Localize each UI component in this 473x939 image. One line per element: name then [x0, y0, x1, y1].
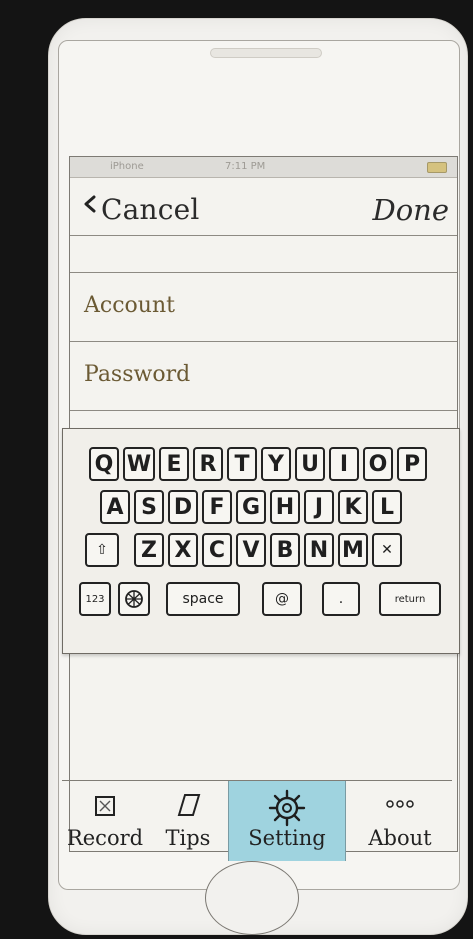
tips-icon — [177, 794, 201, 816]
blank-row — [70, 236, 457, 273]
onscreen-keyboard: Q W E R T Y U I O P A S D F G H J K L ⇧ … — [62, 428, 460, 654]
key-q[interactable]: Q — [89, 447, 119, 481]
key-f[interactable]: F — [202, 490, 232, 524]
status-bar: iPhone 7:11 PM — [70, 157, 457, 178]
battery-icon — [427, 162, 447, 173]
globe-icon — [125, 590, 143, 608]
record-icon — [95, 796, 115, 816]
key-a[interactable]: A — [100, 490, 130, 524]
speaker-grill — [210, 48, 322, 58]
tab-record-label: Record — [66, 826, 144, 850]
gear-icon — [268, 789, 306, 827]
key-h[interactable]: H — [270, 490, 300, 524]
dot-key[interactable]: . — [322, 582, 360, 616]
key-r[interactable]: R — [193, 447, 223, 481]
key-o[interactable]: O — [363, 447, 393, 481]
key-k[interactable]: K — [338, 490, 368, 524]
cancel-button[interactable]: Cancel — [101, 193, 200, 226]
tab-about-label: About — [368, 826, 432, 850]
key-v[interactable]: V — [236, 533, 266, 567]
account-label: Account — [84, 293, 175, 318]
key-e[interactable]: E — [159, 447, 189, 481]
device-mockup: iPhone 7:11 PM Cancel Done Account Passw… — [0, 0, 473, 939]
key-g[interactable]: G — [236, 490, 266, 524]
tab-about[interactable]: About — [348, 781, 452, 861]
tab-tips[interactable]: Tips — [150, 781, 226, 861]
key-z[interactable]: Z — [134, 533, 164, 567]
emoji-key[interactable] — [118, 582, 150, 616]
home-button[interactable] — [205, 861, 299, 935]
back-chevron-icon[interactable] — [82, 195, 98, 213]
at-key[interactable]: @ — [262, 582, 302, 616]
key-n[interactable]: N — [304, 533, 334, 567]
key-p[interactable]: P — [397, 447, 427, 481]
tab-tips-label: Tips — [165, 826, 211, 850]
shift-key[interactable]: ⇧ — [85, 533, 119, 567]
key-c[interactable]: C — [202, 533, 232, 567]
numbers-key[interactable]: 123 — [79, 582, 111, 616]
return-key[interactable]: return — [379, 582, 441, 616]
account-row[interactable]: Account — [70, 273, 457, 342]
key-t[interactable]: T — [227, 447, 257, 481]
password-row[interactable]: Password — [70, 342, 457, 411]
password-label: Password — [84, 362, 191, 387]
key-x[interactable]: X — [168, 533, 198, 567]
bottom-tab-bar: Record Tips Setting About — [62, 780, 452, 861]
delete-key[interactable]: ✕ — [372, 533, 402, 567]
key-m[interactable]: M — [338, 533, 368, 567]
space-key[interactable]: space — [166, 582, 240, 616]
tab-record[interactable]: Record — [62, 781, 148, 861]
navigation-bar: Cancel Done — [70, 177, 457, 236]
key-u[interactable]: U — [295, 447, 325, 481]
key-d[interactable]: D — [168, 490, 198, 524]
tab-setting-label: Setting — [248, 826, 326, 850]
done-button[interactable]: Done — [372, 193, 449, 227]
key-s[interactable]: S — [134, 490, 164, 524]
key-w[interactable]: W — [123, 447, 155, 481]
carrier-label: iPhone — [110, 161, 144, 172]
key-l[interactable]: L — [372, 490, 402, 524]
key-y[interactable]: Y — [261, 447, 291, 481]
tab-setting[interactable]: Setting — [228, 781, 346, 861]
status-time: 7:11 PM — [225, 161, 266, 172]
more-icon — [386, 800, 414, 808]
key-b[interactable]: B — [270, 533, 300, 567]
key-i[interactable]: I — [329, 447, 359, 481]
key-j[interactable]: J — [304, 490, 334, 524]
